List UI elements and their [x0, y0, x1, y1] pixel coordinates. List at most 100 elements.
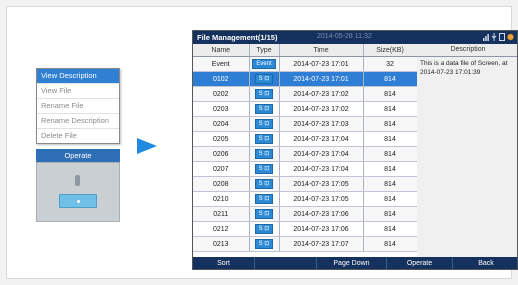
- table-row[interactable]: 0208 S ⊡ 2014-07-23 17:05 814: [193, 176, 418, 192]
- menu-item[interactable]: Rename File: [37, 99, 119, 114]
- menu-item[interactable]: Delete File: [37, 129, 119, 143]
- cell-size: 814: [363, 101, 418, 117]
- cell-type: S ⊡: [249, 176, 280, 192]
- device-key-button[interactable]: [59, 194, 97, 208]
- status-indicator-icon: [507, 33, 514, 41]
- cell-time: 2014-07-23 17:03: [279, 116, 364, 132]
- file-table: Name Type Time Size(KB) Event Event 2014-0…: [193, 44, 418, 252]
- screen-title: File Management(1/15): [197, 33, 278, 42]
- cell-size: 32: [363, 56, 418, 72]
- cell-type: S ⊡: [249, 206, 280, 222]
- cell-time: 2014-07-23 17:04: [279, 131, 364, 147]
- column-header-type[interactable]: Type: [249, 44, 280, 57]
- cell-size: 814: [363, 206, 418, 222]
- cell-name: 0205: [193, 131, 250, 147]
- file-type-badge: S ⊡: [254, 74, 274, 84]
- column-header-size[interactable]: Size(KB): [363, 44, 418, 57]
- table-row[interactable]: 0102 S ⊡ 2014-07-23 17:01 814: [193, 71, 418, 87]
- cell-time: 2014-07-23 17:04: [279, 146, 364, 162]
- cell-time: 2014-07-23 17:05: [279, 176, 364, 192]
- description-panel: Description This is a data file of Scree…: [417, 44, 517, 257]
- cell-time: 2014-07-23 17:06: [279, 221, 364, 237]
- table-row[interactable]: 0202 S ⊡ 2014-07-23 17:02 814: [193, 86, 418, 102]
- arrow-right-icon: [137, 138, 157, 154]
- cell-name: 0212: [193, 221, 250, 237]
- cell-name: 0203: [193, 101, 250, 117]
- file-type-badge: S ⊡: [254, 194, 274, 204]
- file-type-badge: S ⊡: [254, 149, 274, 159]
- file-type-badge: S ⊡: [254, 119, 274, 129]
- cell-type: Event: [249, 56, 280, 72]
- column-header-name[interactable]: Name: [193, 44, 250, 57]
- cell-size: 814: [363, 86, 418, 102]
- file-type-badge: S ⊡: [254, 239, 274, 249]
- file-type-badge: S ⊡: [254, 104, 274, 114]
- cell-type: S ⊡: [249, 191, 280, 207]
- key-dot-icon: [77, 200, 80, 203]
- cell-type: S ⊡: [249, 116, 280, 132]
- table-header-row: Name Type Time Size(KB): [193, 44, 418, 57]
- sort-button[interactable]: Sort: [193, 257, 255, 269]
- table-row[interactable]: 0203 S ⊡ 2014-07-23 17:02 814: [193, 101, 418, 117]
- cell-name: 0102: [193, 71, 250, 87]
- usb-icon: [491, 33, 497, 41]
- table-row[interactable]: 0207 S ⊡ 2014-07-23 17:04 814: [193, 161, 418, 177]
- cell-name: 0213: [193, 236, 250, 252]
- cell-type: S ⊡: [249, 161, 280, 177]
- table-row[interactable]: 0210 S ⊡ 2014-07-23 17:05 814: [193, 191, 418, 207]
- cell-type: S ⊡: [249, 86, 280, 102]
- cell-size: 814: [363, 191, 418, 207]
- table-row[interactable]: 0212 S ⊡ 2014-07-23 17:06 814: [193, 221, 418, 237]
- table-row[interactable]: 0204 S ⊡ 2014-07-23 17:03 814: [193, 116, 418, 132]
- page-down-button[interactable]: Page Down: [317, 257, 387, 269]
- storage-icon: [499, 33, 505, 41]
- cell-time: 2014-07-23 17:01: [279, 71, 364, 87]
- operate-soft-button[interactable]: Operate: [387, 257, 453, 269]
- cell-name: 0204: [193, 116, 250, 132]
- cell-time: 2014-07-23 17:01: [279, 56, 364, 72]
- cell-time: 2014-07-23 17:07: [279, 236, 364, 252]
- file-type-badge: S ⊡: [254, 209, 274, 219]
- file-type-badge: S ⊡: [254, 179, 274, 189]
- menu-item[interactable]: View Description: [37, 69, 119, 84]
- blank-soft-button[interactable]: [255, 257, 317, 269]
- cell-size: 814: [363, 116, 418, 132]
- cell-type: S ⊡: [249, 71, 280, 87]
- title-bar: File Management(1/15) 2014-05-28 11:32: [193, 31, 517, 44]
- file-type-badge: Event: [252, 59, 276, 69]
- table-row[interactable]: 0205 S ⊡ 2014-07-23 17:04 814: [193, 131, 418, 147]
- cell-size: 814: [363, 146, 418, 162]
- menu-item[interactable]: Rename Description: [37, 114, 119, 129]
- context-menu: View Description View File Rename File Rena…: [36, 68, 120, 144]
- file-type-badge: S ⊡: [254, 224, 274, 234]
- device-panel: [36, 162, 120, 222]
- back-button[interactable]: Back: [453, 257, 517, 269]
- table-row[interactable]: 0206 S ⊡ 2014-07-23 17:04 814: [193, 146, 418, 162]
- cell-time: 2014-07-23 17:02: [279, 86, 364, 102]
- cell-time: 2014-07-23 17:06: [279, 206, 364, 222]
- cell-size: 814: [363, 221, 418, 237]
- cell-size: 814: [363, 131, 418, 147]
- cell-name: Event: [193, 56, 250, 72]
- operate-button[interactable]: Operate: [36, 149, 120, 163]
- network-icon: [483, 33, 489, 41]
- cell-name: 0211: [193, 206, 250, 222]
- cell-type: S ⊡: [249, 131, 280, 147]
- table-row[interactable]: 0213 S ⊡ 2014-07-23 17:07 814: [193, 236, 418, 252]
- column-header-time[interactable]: Time: [279, 44, 364, 57]
- cell-size: 814: [363, 161, 418, 177]
- status-icons: [483, 33, 514, 42]
- device-knob-icon: [75, 175, 80, 186]
- menu-item[interactable]: View File: [37, 84, 119, 99]
- cell-type: S ⊡: [249, 236, 280, 252]
- table-row[interactable]: 0211 S ⊡ 2014-07-23 17:06 814: [193, 206, 418, 222]
- cell-type: S ⊡: [249, 221, 280, 237]
- cell-name: 0202: [193, 86, 250, 102]
- cell-name: 0210: [193, 191, 250, 207]
- cell-name: 0207: [193, 161, 250, 177]
- file-table-area: Name Type Time Size(KB) Event Event 2014-0…: [193, 44, 517, 257]
- device-screen: File Management(1/15) 2014-05-28 11:32 N…: [192, 30, 518, 270]
- table-row[interactable]: Event Event 2014-07-23 17:01 32: [193, 56, 418, 72]
- cell-type: S ⊡: [249, 101, 280, 117]
- cell-name: 0206: [193, 146, 250, 162]
